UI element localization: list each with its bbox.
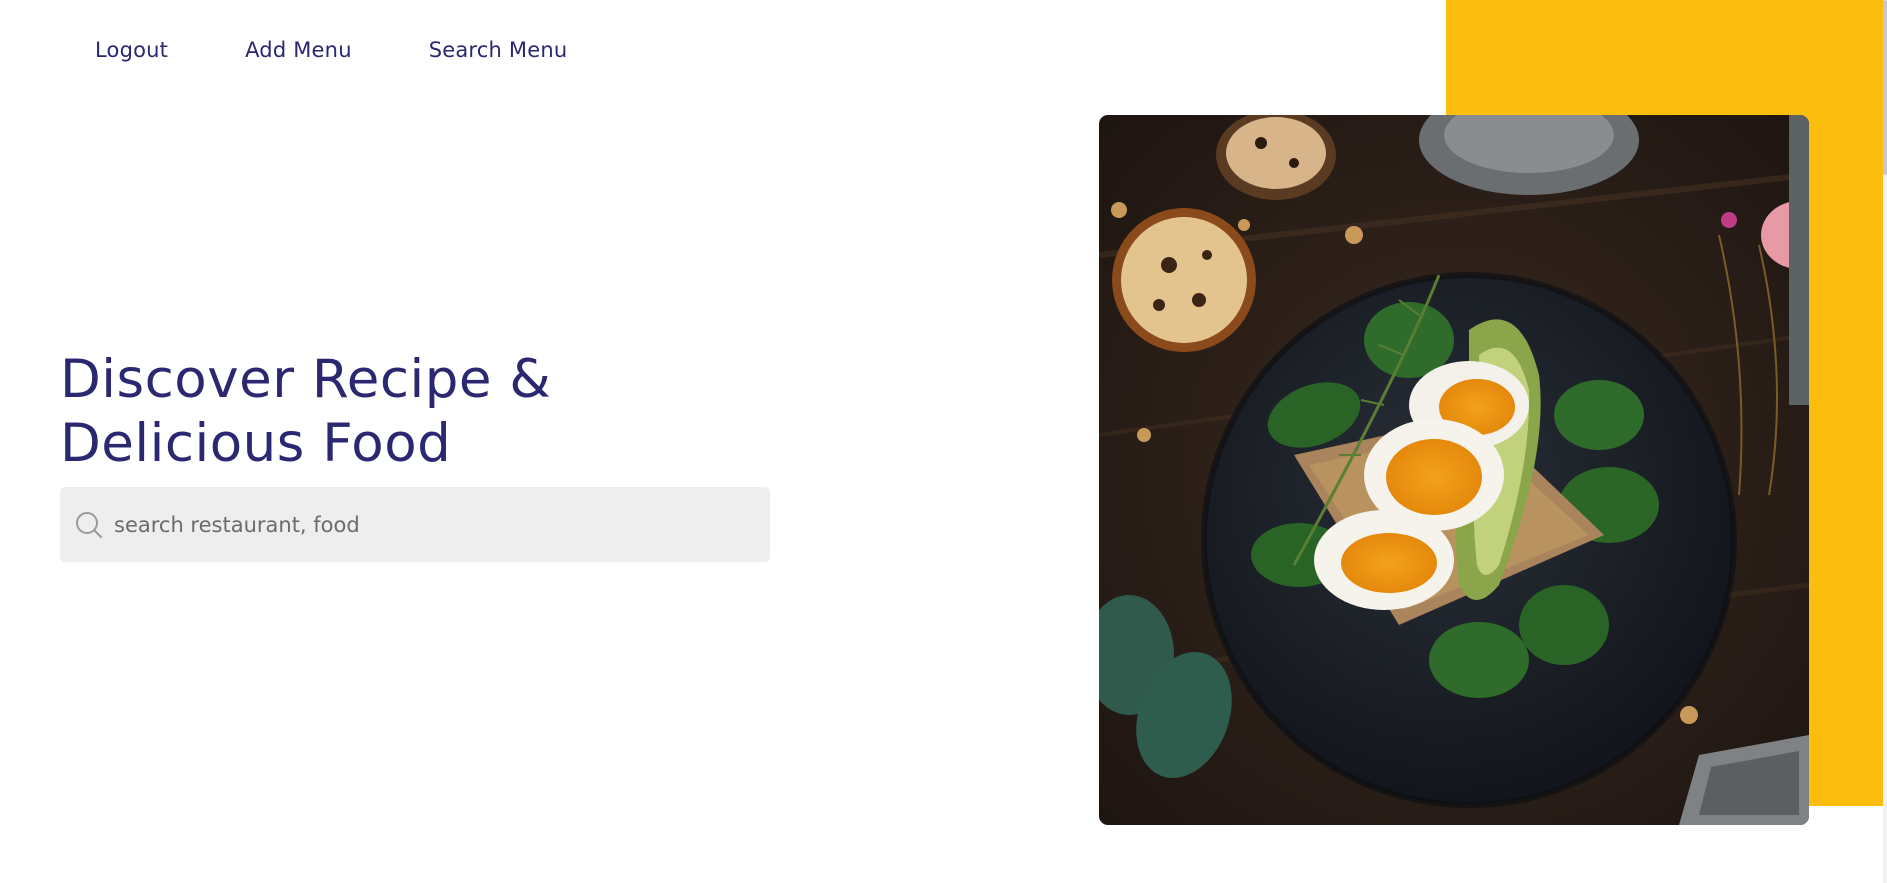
- scrollbar-track[interactable]: [1883, 0, 1887, 883]
- nav-add-menu-link[interactable]: Add Menu: [245, 38, 352, 62]
- nav-search-menu-link[interactable]: Search Menu: [429, 38, 568, 62]
- search-input[interactable]: [112, 503, 736, 546]
- food-photo-illustration: [1099, 115, 1809, 825]
- page: Logout Add Menu Search Menu Discover Rec…: [0, 0, 1887, 883]
- top-nav: Logout Add Menu Search Menu: [95, 38, 567, 62]
- search-icon: [72, 508, 106, 542]
- search-bar[interactable]: [60, 487, 770, 562]
- scrollbar-thumb[interactable]: [1883, 0, 1887, 175]
- hero-title: Discover Recipe & Delicious Food: [60, 348, 551, 476]
- nav-logout-link[interactable]: Logout: [95, 38, 168, 62]
- hero-title-line-1: Discover Recipe &: [60, 349, 552, 410]
- hero-title-line-2: Delicious Food: [60, 413, 452, 474]
- food-photo: [1099, 115, 1809, 825]
